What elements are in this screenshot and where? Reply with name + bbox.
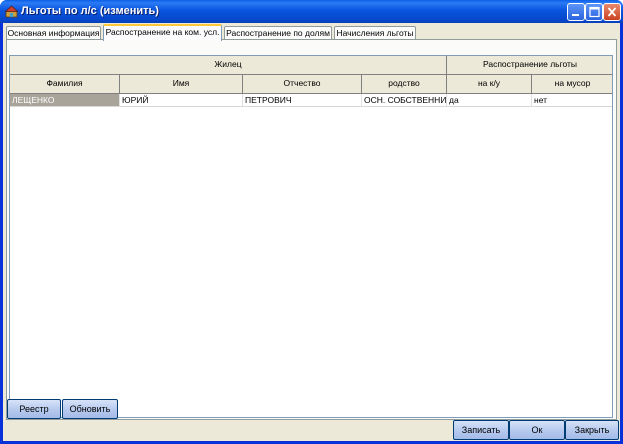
close-window-button[interactable]: [603, 3, 621, 21]
minimize-icon: [572, 14, 579, 16]
group-header-resident: Жилец: [10, 56, 447, 75]
column-header-on-ku[interactable]: на к/у: [447, 75, 532, 94]
column-header-patronymic[interactable]: Отчество: [243, 75, 362, 94]
tab-utility-spread[interactable]: Распостранение на ком. усл.: [103, 24, 222, 41]
maximize-button[interactable]: [585, 3, 603, 21]
tab-label: Распостранение по долям: [226, 28, 330, 38]
cell-on-garbage[interactable]: нет: [532, 94, 612, 107]
column-header-surname[interactable]: Фамилия: [10, 75, 120, 94]
tab-label: Основная информация: [7, 28, 100, 38]
column-header-on-garbage[interactable]: на мусор: [532, 75, 612, 94]
window-client-area: Основная информация Распостранение на ко…: [3, 23, 620, 441]
tab-benefit-charges[interactable]: Начисления льготы: [334, 26, 416, 40]
minimize-button[interactable]: [567, 3, 585, 21]
tab-main-info[interactable]: Основная информация: [6, 26, 101, 40]
column-header-name[interactable]: Имя: [120, 75, 243, 94]
registry-button[interactable]: Реестр: [7, 399, 61, 419]
tab-label: Начисления льготы: [336, 28, 414, 38]
column-header-relation[interactable]: родство: [362, 75, 447, 94]
app-icon: [5, 5, 18, 18]
refresh-button[interactable]: Обновить: [62, 399, 118, 419]
tab-share-spread[interactable]: Распостранение по долям: [224, 26, 332, 40]
save-button[interactable]: Записать: [453, 420, 509, 440]
close-icon: [607, 7, 617, 17]
tab-label: Распостранение на ком. усл.: [105, 27, 220, 37]
cell-relation[interactable]: ОСН. СОБСТВЕННИК: [362, 94, 447, 107]
maximize-icon: [589, 6, 600, 18]
application-window: Льготы по л/с (изменить) Основная информ…: [0, 0, 623, 444]
title-bar[interactable]: Льготы по л/с (изменить): [0, 0, 623, 23]
bottom-button-bar: Реестр Обновить Записать Ок Закрыть: [3, 399, 620, 441]
close-button[interactable]: Закрыть: [565, 420, 619, 440]
residents-grid[interactable]: Жилец Распостранение льготы Фамилия Имя …: [9, 55, 613, 418]
cell-surname[interactable]: ЛЕЩЕНКО: [10, 94, 120, 107]
window-title: Льготы по л/с (изменить): [21, 5, 159, 17]
cell-patronymic[interactable]: ПЕТРОВИЧ: [243, 94, 362, 107]
group-header-spread: Распостранение льготы: [447, 56, 612, 75]
cell-name[interactable]: ЮРИЙ: [120, 94, 243, 107]
ok-button[interactable]: Ок: [509, 420, 565, 440]
cell-on-ku[interactable]: да: [447, 94, 532, 107]
tab-page-utility-spread: Жилец Распостранение льготы Фамилия Имя …: [6, 39, 617, 420]
